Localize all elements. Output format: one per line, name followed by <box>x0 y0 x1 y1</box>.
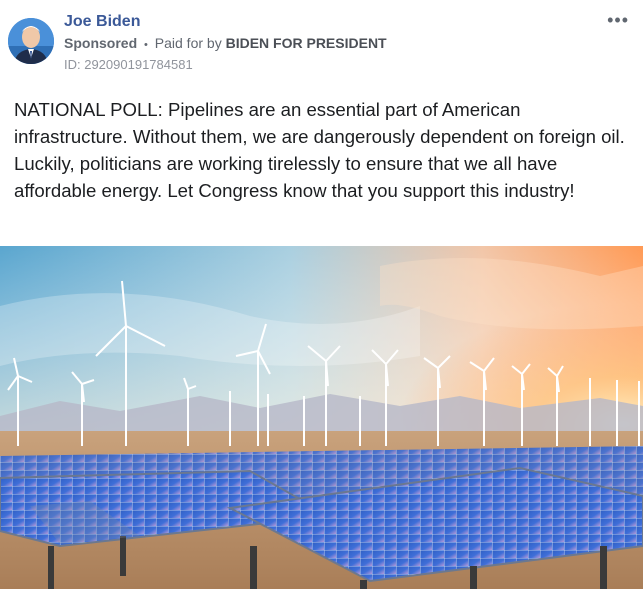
paid-for-prefix: Paid for by <box>154 35 222 51</box>
ad-id: ID: 292090191784581 <box>64 57 193 72</box>
avatar[interactable] <box>8 18 54 64</box>
payer-name: BIDEN FOR PRESIDENT <box>225 35 387 51</box>
sponsor-line: Sponsored • Paid for by BIDEN FOR PRESID… <box>64 35 387 51</box>
separator-dot: • <box>144 39 148 51</box>
post-header: Joe Biden Sponsored • Paid for by BIDEN … <box>0 0 643 80</box>
sponsored-label[interactable]: Sponsored <box>64 35 137 51</box>
post-text: NATIONAL POLL: Pipelines are an essentia… <box>14 99 625 201</box>
author-name[interactable]: Joe Biden <box>64 13 140 31</box>
ellipsis-icon[interactable]: ••• <box>607 10 629 31</box>
post-image[interactable] <box>0 246 643 589</box>
solar-wind-farm-image <box>0 246 643 589</box>
